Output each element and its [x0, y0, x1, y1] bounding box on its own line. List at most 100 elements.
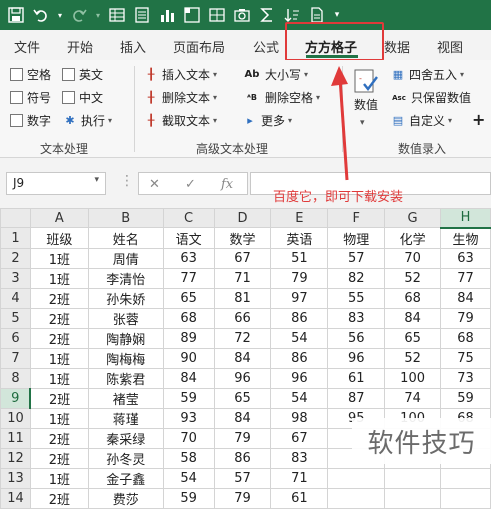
- table-cell[interactable]: 96: [270, 367, 329, 389]
- table-cell[interactable]: 陶梅梅: [87, 347, 164, 369]
- column-header[interactable]: D: [213, 207, 272, 229]
- table-cell[interactable]: 费莎: [87, 487, 164, 509]
- row-header-selected[interactable]: 9: [0, 387, 32, 409]
- checkbox-number[interactable]: 数字: [10, 112, 51, 129]
- checkbox-space[interactable]: 空格: [10, 66, 51, 83]
- table-cell[interactable]: 96: [327, 347, 386, 369]
- table-cell[interactable]: 2班: [29, 487, 89, 509]
- row-header[interactable]: 10: [0, 407, 31, 429]
- table-cell[interactable]: 56: [327, 327, 386, 349]
- row-header[interactable]: 14: [0, 487, 31, 509]
- table-cell[interactable]: 55: [327, 287, 386, 309]
- table-cell[interactable]: 2班: [29, 427, 89, 449]
- keep-number-button[interactable]: Asc 只保留数值: [390, 89, 471, 106]
- table-cell[interactable]: 86: [270, 307, 329, 329]
- table-cell[interactable]: [327, 487, 386, 509]
- table-cell[interactable]: 98: [270, 407, 329, 429]
- table-cell[interactable]: 物理: [327, 227, 386, 249]
- plus-button[interactable]: +: [472, 110, 485, 129]
- column-header[interactable]: B: [87, 207, 164, 229]
- table-cell[interactable]: 59: [162, 487, 215, 509]
- save-icon[interactable]: [6, 4, 26, 26]
- row-header[interactable]: 2: [0, 247, 31, 269]
- table-cell[interactable]: 54: [270, 387, 329, 409]
- delete-space-button[interactable]: ᴬB 删除空格 ▾: [242, 89, 320, 106]
- table-cell[interactable]: 李清怡: [87, 267, 164, 289]
- insert-text-button[interactable]: ╂ 插入文本 ▾: [143, 66, 217, 83]
- fx-icon[interactable]: fx: [221, 177, 233, 192]
- camera-icon[interactable]: [232, 4, 252, 26]
- table-cell[interactable]: 52: [384, 267, 442, 289]
- row-header[interactable]: 6: [0, 327, 31, 349]
- table-cell[interactable]: 金子鑫: [87, 467, 164, 489]
- table-cell[interactable]: 68: [440, 327, 491, 349]
- table-icon[interactable]: [107, 4, 127, 26]
- table-cell[interactable]: 75: [440, 347, 491, 369]
- extract-text-button[interactable]: ╂ 截取文本 ▾: [143, 112, 217, 129]
- table-cell[interactable]: 张蓉: [87, 307, 164, 329]
- column-header[interactable]: F: [327, 207, 386, 229]
- table-cell[interactable]: 化学: [384, 227, 442, 249]
- table-cell[interactable]: 82: [327, 267, 386, 289]
- column-header[interactable]: A: [29, 207, 89, 229]
- table-cell[interactable]: 66: [213, 307, 272, 329]
- table-cell[interactable]: 79: [213, 487, 272, 509]
- table-cell[interactable]: 81: [213, 287, 272, 309]
- table-cell[interactable]: 67: [270, 427, 329, 449]
- number-dropdown-icon[interactable]: ▾: [360, 118, 365, 128]
- table-cell[interactable]: 77: [162, 267, 215, 289]
- table-cell[interactable]: 70: [162, 427, 215, 449]
- table-cell[interactable]: [440, 487, 491, 509]
- table-cell[interactable]: 79: [213, 427, 272, 449]
- tab-insert[interactable]: 插入: [120, 37, 146, 56]
- table-cell[interactable]: 蒋瑾: [87, 407, 164, 429]
- table-cell[interactable]: 86: [270, 347, 329, 369]
- table-cell[interactable]: 83: [327, 307, 386, 329]
- table-cell[interactable]: 84: [162, 367, 215, 389]
- redo-dropdown-icon[interactable]: ▾: [94, 4, 102, 26]
- table-cell[interactable]: 63: [162, 247, 215, 269]
- table-cell[interactable]: 2班: [29, 287, 89, 309]
- tab-formulas[interactable]: 公式: [253, 37, 279, 56]
- table-cell[interactable]: [327, 467, 386, 489]
- tab-page-layout[interactable]: 页面布局: [173, 37, 225, 56]
- column-header[interactable]: E: [270, 207, 329, 229]
- checkbox-chinese[interactable]: 中文: [62, 89, 103, 106]
- cancel-icon[interactable]: ✕: [149, 177, 160, 192]
- table-cell[interactable]: [440, 467, 491, 489]
- table-cell[interactable]: 54: [270, 327, 329, 349]
- row-header[interactable]: 11: [0, 427, 31, 449]
- table-cell[interactable]: 秦采绿: [87, 427, 164, 449]
- table-cell[interactable]: 54: [162, 467, 215, 489]
- table-cell[interactable]: 100: [384, 367, 442, 389]
- execute-button[interactable]: ✱ 执行 ▾: [62, 112, 112, 129]
- name-box[interactable]: J9 ▾: [6, 172, 106, 195]
- round-button[interactable]: ▦ 四舍五入 ▾: [390, 66, 464, 83]
- tab-data[interactable]: 数据: [384, 37, 410, 56]
- table-cell[interactable]: 73: [440, 367, 491, 389]
- tab-home[interactable]: 开始: [67, 37, 93, 56]
- delete-text-button[interactable]: ╂ 删除文本 ▾: [143, 89, 217, 106]
- table-cell[interactable]: 1班: [29, 347, 89, 369]
- table-cell[interactable]: 生物: [440, 227, 491, 249]
- table-cell[interactable]: 班级: [29, 227, 89, 249]
- row-header[interactable]: 1: [0, 227, 31, 249]
- table-cell[interactable]: 77: [440, 267, 491, 289]
- checkbox-symbol[interactable]: 符号: [10, 89, 51, 106]
- row-header[interactable]: 12: [0, 447, 31, 469]
- table-cell[interactable]: 姓名: [87, 227, 164, 249]
- more-button[interactable]: ▸ 更多 ▾: [242, 112, 292, 129]
- table-cell[interactable]: 陶静娴: [87, 327, 164, 349]
- checkbox-english[interactable]: 英文: [62, 66, 103, 83]
- row-header[interactable]: 8: [0, 367, 31, 389]
- table-cell[interactable]: 74: [384, 387, 442, 409]
- table-cell[interactable]: 周倩: [87, 247, 164, 269]
- table-cell[interactable]: 79: [270, 267, 329, 289]
- table-cell[interactable]: 61: [327, 367, 386, 389]
- table-cell[interactable]: 68: [162, 307, 215, 329]
- table-cell[interactable]: 96: [213, 367, 272, 389]
- table-cell[interactable]: 59: [162, 387, 215, 409]
- table-cell[interactable]: 57: [327, 247, 386, 269]
- table-cell[interactable]: 2班: [29, 307, 89, 329]
- table-cell[interactable]: 英语: [270, 227, 329, 249]
